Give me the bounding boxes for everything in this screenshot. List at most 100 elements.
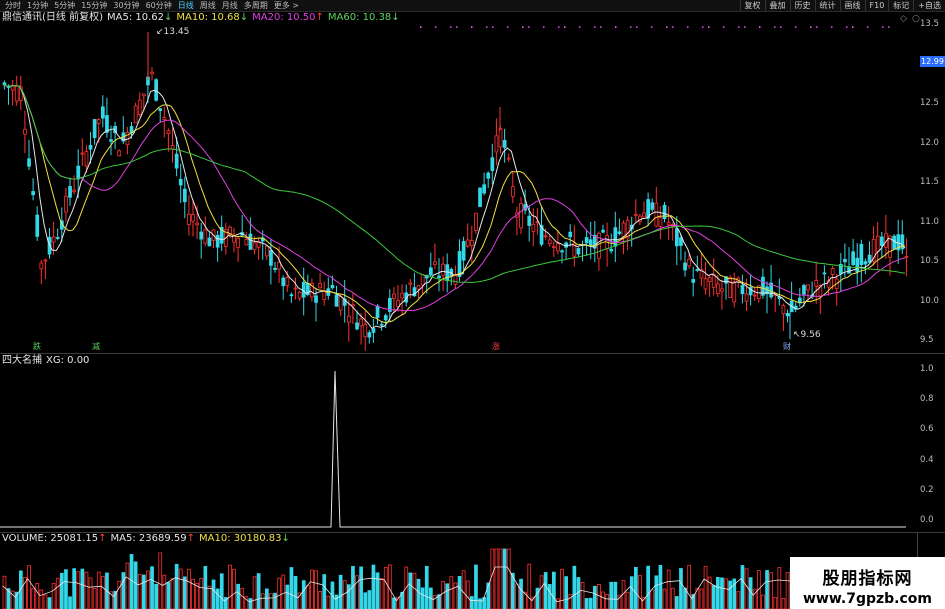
event-marker xyxy=(810,26,812,28)
volume-bar xyxy=(80,568,85,609)
candle-body xyxy=(494,135,499,153)
axis-tick-label: 11.5 xyxy=(920,177,939,187)
candle-body xyxy=(428,267,433,276)
indicator-legend: 四大名捕 XG: 0.00 xyxy=(2,354,93,367)
candle-body xyxy=(720,288,724,292)
event-marker xyxy=(774,26,776,28)
volume-bar xyxy=(334,594,339,609)
period-tab[interactable]: 5分钟 xyxy=(51,0,78,11)
event-marker xyxy=(687,26,689,28)
period-tabs: 分时 1分钟 5分钟 15分钟 30分钟 60分钟 日线 周线 月线 多周期 更多 > xyxy=(2,0,302,11)
candle-body xyxy=(691,279,696,283)
period-tab[interactable]: 分时 xyxy=(2,0,24,11)
volume-bar xyxy=(195,582,199,609)
tool-button[interactable]: 复权 xyxy=(739,0,765,11)
volume-bar xyxy=(699,588,704,609)
period-tab[interactable]: 15分钟 xyxy=(78,0,110,11)
candlestick-chart[interactable] xyxy=(0,25,917,353)
volume-bar xyxy=(359,566,364,609)
candle-body xyxy=(379,323,384,326)
period-tab[interactable]: 更多 > xyxy=(271,0,302,11)
period-tab[interactable]: 30分钟 xyxy=(110,0,142,11)
volume-bar xyxy=(486,582,491,609)
candle-body xyxy=(502,140,507,148)
candle-body xyxy=(314,295,318,303)
candle-body xyxy=(654,202,659,227)
candle-body xyxy=(207,237,212,247)
minimize-icon[interactable]: ○ xyxy=(912,14,920,24)
axis-tick-label: 12.5 xyxy=(920,98,939,108)
indicator-chart[interactable] xyxy=(0,367,917,532)
current-price-tag: 12.99 xyxy=(920,56,945,67)
candle-body xyxy=(851,251,856,266)
stock-title: 鼎信通讯(日线 前复权) xyxy=(2,12,103,23)
axis-tick-label: 0.6 xyxy=(920,424,934,435)
period-tab[interactable]: 周线 xyxy=(197,0,219,11)
candle-body xyxy=(301,282,306,298)
volume-bar xyxy=(420,587,425,609)
event-marker xyxy=(846,26,848,28)
volume-bar xyxy=(64,569,68,609)
period-tab[interactable]: 60分钟 xyxy=(143,0,175,11)
axis-tick-label: 10.0 xyxy=(920,295,939,306)
candle-body xyxy=(679,237,683,246)
candle-body xyxy=(195,222,199,226)
candle-body xyxy=(392,293,396,300)
candle-body xyxy=(904,256,909,258)
volume-bar xyxy=(658,565,663,609)
volume-bar xyxy=(654,575,659,609)
volume-bar xyxy=(634,566,638,609)
period-tab[interactable]: 月线 xyxy=(219,0,241,11)
candle-body xyxy=(199,231,204,240)
period-tab[interactable]: 多周期 xyxy=(241,0,271,11)
volume-bar xyxy=(724,578,728,609)
tool-button[interactable]: 画线 xyxy=(839,0,865,11)
tool-button[interactable]: 历史 xyxy=(789,0,815,11)
candle-body xyxy=(105,115,109,133)
tool-button[interactable]: 叠加 xyxy=(764,0,790,11)
event-marker xyxy=(435,26,437,28)
volume-bar xyxy=(461,570,466,609)
tool-button[interactable]: 统计 xyxy=(814,0,840,11)
tool-button[interactable]: F10 xyxy=(864,0,889,11)
candle-body xyxy=(568,231,573,238)
candle-body xyxy=(318,283,323,289)
volume-bar xyxy=(498,548,503,609)
candle-body xyxy=(744,293,749,302)
volume-bar xyxy=(564,576,569,609)
candle-body xyxy=(269,250,273,266)
period-tab[interactable]: 1分钟 xyxy=(24,0,51,11)
volume-bar xyxy=(170,578,175,609)
candle-body xyxy=(634,213,638,216)
volume-bar xyxy=(625,591,630,609)
candle-body xyxy=(506,157,511,160)
volume-chart[interactable] xyxy=(0,545,917,609)
candle-body xyxy=(863,261,868,265)
signal-marker: 财 xyxy=(783,342,791,351)
volume-bar xyxy=(502,548,507,609)
volume-bar xyxy=(289,567,294,609)
volume-bar xyxy=(260,593,265,609)
candle-body xyxy=(416,285,421,290)
event-marker xyxy=(702,26,704,28)
tool-button[interactable]: 标记 xyxy=(888,0,913,11)
candle-body xyxy=(76,165,81,180)
period-tab[interactable]: 日线 xyxy=(175,0,197,11)
event-marker xyxy=(594,26,596,28)
event-marker xyxy=(543,26,545,28)
candle-body xyxy=(806,284,810,291)
ma20-value: MA20: 10.50↑ xyxy=(252,12,324,23)
collapse-icon[interactable]: ◇ xyxy=(900,14,907,24)
candle-body xyxy=(490,157,495,172)
candle-body xyxy=(666,221,671,226)
axis-tick-label: 0.2 xyxy=(920,484,934,495)
candle-body xyxy=(707,277,712,282)
volume-bar xyxy=(711,585,716,609)
candle-body xyxy=(64,195,68,213)
candle-body xyxy=(675,228,679,247)
volume-bar xyxy=(769,572,774,609)
volume-bar xyxy=(379,578,384,609)
axis-tick-label: 9.5 xyxy=(920,335,934,345)
tool-button[interactable]: +自选 xyxy=(913,0,945,11)
volume-bar xyxy=(543,572,548,609)
